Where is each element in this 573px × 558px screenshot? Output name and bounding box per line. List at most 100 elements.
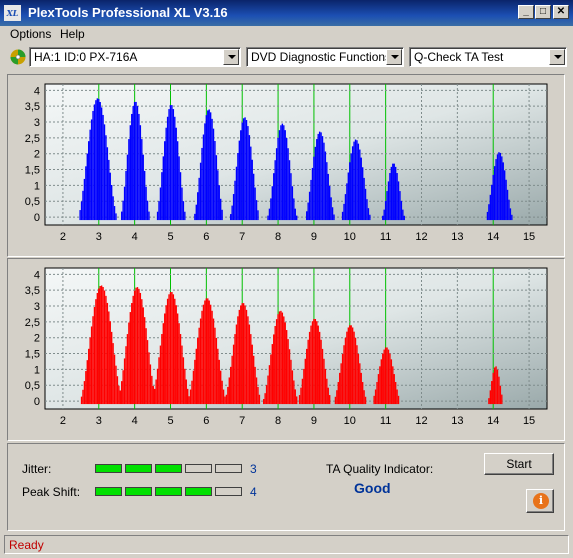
top-bar-107 — [268, 208, 271, 221]
bottom-bar-153 — [304, 358, 307, 405]
app-icon[interactable]: XL — [4, 5, 21, 21]
maximize-button[interactable]: □ — [535, 5, 551, 19]
jitter-label: Jitter: — [22, 462, 52, 476]
top-bar-150 — [346, 183, 348, 221]
bottom-bar-30 — [123, 358, 126, 405]
top-bar-77 — [209, 112, 212, 221]
top-bar-56 — [171, 105, 173, 221]
close-button[interactable]: ✕ — [553, 5, 569, 19]
top-bar-137 — [320, 132, 322, 221]
test-select[interactable]: Q-Check TA Test — [409, 47, 567, 67]
top-bar-105 — [257, 210, 259, 221]
bottom-bar-14 — [100, 285, 103, 405]
top-bar-29 — [125, 170, 127, 221]
top-bar-193 — [501, 156, 503, 221]
bottom-bar-43 — [142, 307, 144, 405]
bottom-bar-152 — [303, 368, 305, 405]
bottom-bar-144 — [290, 359, 292, 405]
top-bar-16 — [102, 114, 104, 221]
info-button[interactable]: i — [526, 489, 554, 513]
bottom-bar-217 — [496, 369, 499, 405]
bottom-bar-22 — [112, 343, 114, 405]
menu-help[interactable]: Help — [60, 27, 85, 41]
bottom-bar-188 — [359, 363, 361, 405]
bottom-bar-177 — [343, 345, 345, 405]
bottom-bar-60 — [166, 298, 169, 405]
top-bar-28 — [123, 186, 126, 221]
bottom-bar-191 — [363, 390, 365, 405]
top-bar-142 — [327, 173, 329, 221]
bottom-bar-70 — [181, 345, 183, 405]
top-bar-99 — [248, 135, 251, 221]
bottom-bar-53 — [156, 368, 159, 405]
bottom-bar-196 — [377, 374, 380, 405]
top-bar-149 — [344, 194, 347, 221]
menu-options[interactable]: Options — [10, 27, 51, 41]
bottom-bar-161 — [316, 321, 318, 405]
bottom-xtick-11: 11 — [380, 415, 391, 427]
top-bar-169 — [384, 200, 387, 221]
top-bar-112 — [275, 148, 278, 221]
top-bar-123 — [291, 186, 294, 221]
bottom-bar-55 — [159, 345, 162, 405]
top-bar-191 — [498, 152, 500, 221]
bottom-bar-1 — [82, 389, 84, 405]
top-bar-50 — [162, 156, 165, 221]
bottom-ytick-2: 1 — [34, 364, 40, 376]
bottom-xtick-4: 4 — [132, 415, 138, 427]
test-select-arrow[interactable] — [549, 49, 565, 65]
bottom-bar-101 — [225, 394, 228, 405]
bottom-bar-8 — [92, 316, 94, 405]
minimize-button[interactable]: _ — [518, 5, 534, 19]
top-bar-21 — [109, 172, 111, 221]
bottom-bar-11 — [96, 292, 99, 405]
bottom-bar-99 — [222, 389, 225, 405]
top-bar-200 — [511, 214, 513, 221]
bottom-bar-4 — [86, 360, 88, 405]
top-ytick-0: 0 — [34, 212, 40, 224]
bottom-bar-114 — [244, 305, 246, 405]
bottom-bar-49 — [151, 375, 153, 405]
title-bar[interactable]: XL PlexTools Professional XL V3.16 _ □ ✕ — [0, 0, 573, 26]
top-bar-19 — [106, 147, 109, 221]
top-bar-122 — [290, 173, 292, 221]
bottom-bar-176 — [341, 353, 344, 405]
start-button[interactable]: Start — [484, 453, 554, 475]
top-bar-62 — [179, 172, 182, 221]
top-bar-95 — [242, 118, 245, 221]
top-bar-82 — [217, 170, 219, 221]
bottom-ytick-0: 0 — [34, 396, 40, 408]
top-bar-61 — [178, 156, 180, 221]
top-bar-184 — [488, 204, 490, 221]
drive-select[interactable]: HA:1 ID:0 PX-716A — [29, 47, 241, 67]
top-bar-33 — [131, 113, 133, 221]
top-bar-101 — [251, 159, 253, 221]
bottom-bar-31 — [125, 346, 127, 405]
bottom-bar-116 — [247, 316, 249, 405]
top-bar-51 — [164, 141, 166, 221]
top-bar-198 — [508, 199, 510, 221]
top-bar-42 — [143, 170, 146, 221]
bottom-xtick-13: 13 — [451, 415, 463, 427]
function-select-arrow[interactable] — [386, 49, 402, 65]
top-bar-117 — [283, 125, 285, 221]
bottom-bar-81 — [197, 337, 199, 405]
drive-select-arrow[interactable] — [223, 49, 239, 65]
top-bar-119 — [285, 137, 288, 221]
top-bar-186 — [491, 184, 493, 221]
bottom-bar-110 — [238, 309, 241, 405]
function-select[interactable]: DVD Diagnostic Functions — [246, 47, 404, 67]
bottom-bar-158 — [311, 321, 314, 405]
bottom-bar-173 — [337, 382, 339, 405]
bottom-bar-58 — [164, 313, 166, 405]
top-bar-102 — [252, 173, 255, 221]
top-bar-72 — [202, 134, 205, 221]
top-bar-11 — [95, 100, 97, 221]
top-bar-199 — [509, 208, 512, 221]
bottom-xtick-6: 6 — [203, 415, 209, 427]
bottom-bar-57 — [162, 323, 165, 405]
bottom-bar-10 — [95, 299, 97, 405]
top-bar-140 — [324, 151, 327, 221]
bottom-bar-32 — [126, 334, 129, 405]
top-ytick-1: 0,5 — [25, 196, 40, 208]
